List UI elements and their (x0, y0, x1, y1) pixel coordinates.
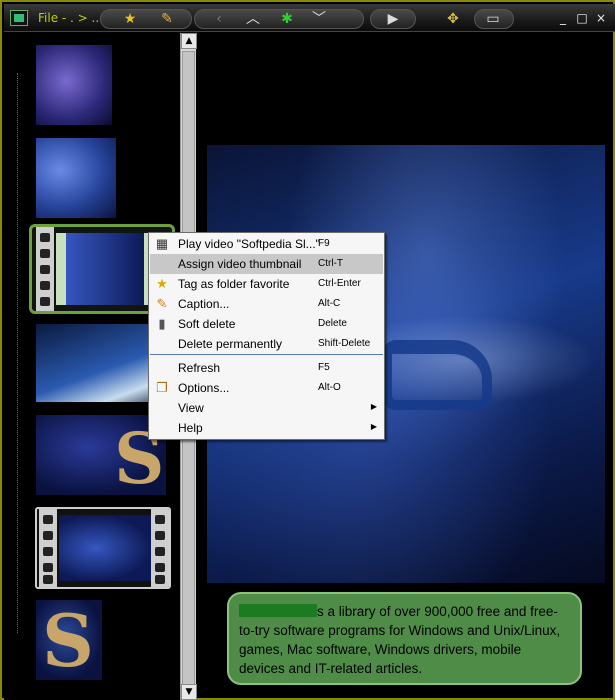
menu-item-tag-favorite[interactable]: ★ Tag as folder favorite Ctrl-Enter (150, 274, 383, 294)
chevron-down-icon[interactable]: ﹀ (308, 9, 330, 29)
menu-item-soft-delete[interactable]: ▮ Soft delete Delete (150, 314, 383, 334)
menu-item-assign-thumbnail[interactable]: Assign video thumbnail Ctrl-T (150, 254, 383, 274)
menu-item-delete-permanently[interactable]: Delete permanently Shift-Delete (150, 334, 383, 354)
scroll-up-button[interactable]: ▲ (181, 33, 197, 49)
thumbnail-item[interactable]: S (36, 415, 166, 495)
close-button[interactable]: × (594, 11, 608, 25)
move-icon[interactable]: ✥ (442, 9, 464, 29)
menu-item-play-video[interactable]: ▦ Play video "Softpedia Sl..." F9 (150, 234, 383, 254)
tree-connector (17, 73, 18, 633)
play-icon[interactable]: ▶ (382, 9, 404, 29)
chevron-left-icon[interactable]: ‹ (208, 9, 230, 29)
menu-item-refresh[interactable]: Refresh F5 (150, 358, 383, 378)
filmstrip-left (39, 509, 57, 587)
filmstrip-left (36, 227, 54, 311)
toolbar-group-edit (100, 9, 192, 29)
title-bar: File - . > ... ★ ✎ ‹ ︿ ✱ ﹀ ▶ ✥ ▭ _ □ × (4, 4, 615, 32)
submenu-arrow-icon: ▶ (370, 402, 377, 411)
pencil-icon[interactable]: ✎ (156, 9, 178, 29)
app-window: File - . > ... ★ ✎ ‹ ︿ ✱ ﹀ ▶ ✥ ▭ _ □ × S (0, 0, 615, 700)
menu-item-options[interactable]: ❐ Options... Alt-O (150, 378, 383, 398)
toggle-icon[interactable]: ▭ (482, 9, 504, 29)
star-icon[interactable]: ★ (119, 9, 141, 29)
film-icon: ▦ (155, 236, 169, 251)
menu-separator (150, 354, 383, 355)
thumbnail-item[interactable] (36, 138, 116, 218)
maximize-button[interactable]: □ (575, 11, 589, 25)
star-icon: ★ (156, 276, 168, 291)
window-title[interactable]: File - . > ... (38, 11, 103, 25)
menu-item-caption[interactable]: ✎ Caption... Alt-C (150, 294, 383, 314)
caption-bubble: s a library of over 900,000 free and fre… (227, 592, 582, 685)
video-frame (56, 233, 152, 305)
app-icon[interactable] (10, 10, 28, 26)
menu-item-help[interactable]: Help ▶ (150, 418, 383, 438)
redacted-text (239, 604, 317, 617)
trash-icon: ▮ (158, 316, 166, 331)
video-frame (59, 515, 151, 581)
filmstrip-right (151, 509, 169, 587)
context-menu: ▦ Play video "Softpedia Sl..." F9 Assign… (148, 232, 385, 440)
preview-logo (382, 340, 492, 410)
minimize-button[interactable]: _ (556, 11, 570, 25)
thumbnail-item[interactable]: S (36, 600, 102, 680)
snake-image: S (42, 600, 94, 680)
thumbnail-item[interactable] (36, 45, 112, 125)
scroll-down-button[interactable]: ▼ (181, 684, 197, 700)
pencil-icon: ✎ (156, 296, 168, 311)
thumbnail-item[interactable] (35, 507, 171, 589)
bug-icon[interactable]: ✱ (276, 9, 298, 29)
submenu-arrow-icon: ▶ (370, 422, 377, 431)
options-icon: ❐ (156, 380, 168, 395)
menu-item-view[interactable]: View ▶ (150, 398, 383, 418)
chevron-up-icon[interactable]: ︿ (242, 9, 264, 29)
